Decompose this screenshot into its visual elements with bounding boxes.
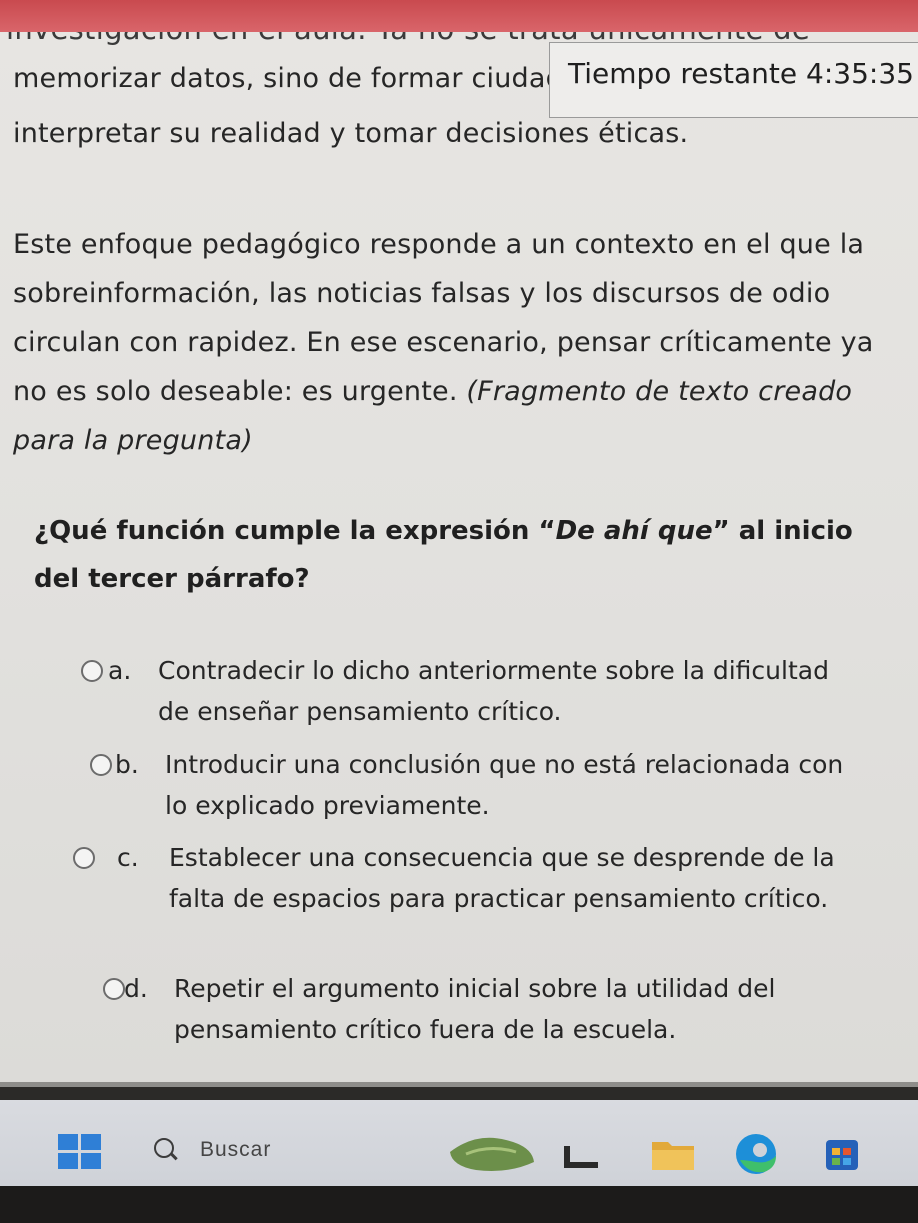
option-d-letter: d. <box>124 974 148 1003</box>
task-view-icon[interactable] <box>560 1144 602 1174</box>
store-icon[interactable] <box>822 1134 862 1172</box>
time-remaining-box: Tiempo restante 4:35:35 <box>549 42 918 118</box>
page-bottom-divider <box>0 1082 918 1087</box>
edge-browser-icon[interactable] <box>730 1130 782 1180</box>
option-a-text[interactable]: Contradecir lo dicho anteriormente sobre… <box>158 650 858 732</box>
taskbar-search-label[interactable]: Buscar <box>200 1138 271 1162</box>
widgets-icon[interactable] <box>446 1130 538 1174</box>
question-prefix: ¿Qué función cumple la expresión “ <box>34 516 556 546</box>
option-c-letter: c. <box>117 843 139 872</box>
option-d-radio[interactable] <box>103 978 125 1000</box>
timer-value: 4:35:35 <box>806 57 914 90</box>
windows-taskbar: Buscar <box>0 1100 918 1186</box>
search-icon[interactable] <box>154 1138 174 1158</box>
option-c-text[interactable]: Establecer una consecuencia que se despr… <box>169 837 869 919</box>
option-b-text[interactable]: Introducir una conclusión que no está re… <box>165 744 865 826</box>
option-c-radio[interactable] <box>73 847 95 869</box>
exam-page: investigación en el aula. Ya no se trata… <box>0 32 918 1087</box>
timer-label: Tiempo restante <box>568 57 798 90</box>
browser-top-bar <box>0 0 918 32</box>
screen-bezel <box>0 1186 918 1223</box>
option-d-text[interactable]: Repetir el argumento inicial sobre la ut… <box>174 968 874 1050</box>
option-b-letter: b. <box>115 750 139 779</box>
question-text: ¿Qué función cumple la expresión “De ahí… <box>34 507 894 603</box>
file-explorer-icon[interactable] <box>650 1134 696 1174</box>
option-b-radio[interactable] <box>90 754 112 776</box>
question-highlight: De ahí que <box>555 516 713 546</box>
text-line-2: interpretar su realidad y tomar decision… <box>13 118 689 149</box>
option-a-letter: a. <box>108 656 132 685</box>
paragraph-2: Este enfoque pedagógico responde a un co… <box>13 220 893 465</box>
option-a-radio[interactable] <box>81 660 103 682</box>
windows-start-icon[interactable] <box>58 1134 102 1170</box>
